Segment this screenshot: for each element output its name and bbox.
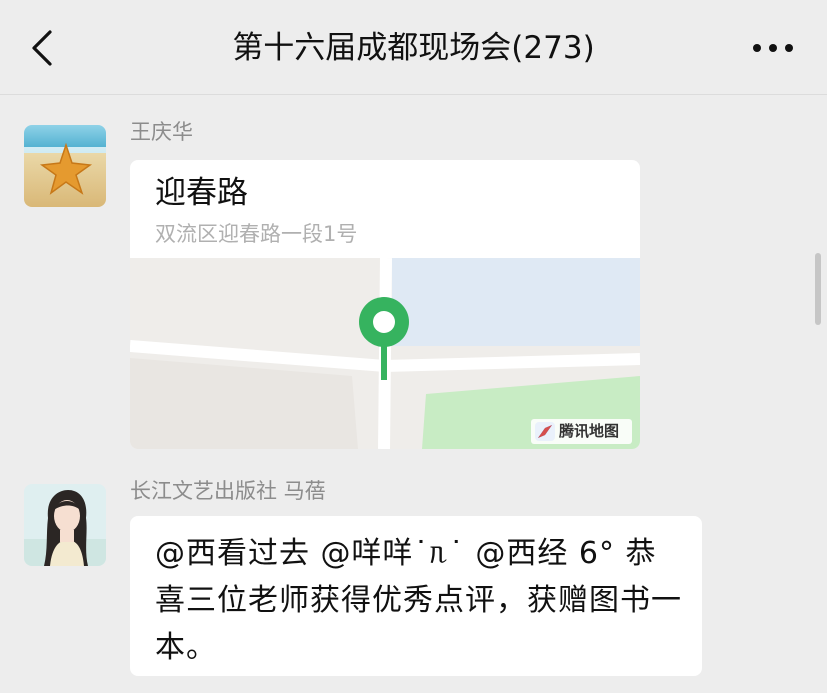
message-text: @西看过去 @咩咩˙ᥰ˙ @西经 6° 恭喜三位老师获得优秀点评，获赠图书一本。 xyxy=(155,536,682,665)
back-button[interactable] xyxy=(22,24,66,72)
text-message-bubble[interactable]: @西看过去 @咩咩˙ᥰ˙ @西经 6° 恭喜三位老师获得优秀点评，获赠图书一本。 xyxy=(130,516,702,676)
location-address: 双流区迎春路一段1号 xyxy=(155,222,358,246)
avatar[interactable] xyxy=(24,484,106,566)
illustrated-girl-avatar xyxy=(24,484,106,566)
starfish-beach-avatar xyxy=(24,125,106,207)
more-button[interactable] xyxy=(748,30,798,66)
avatar[interactable] xyxy=(24,125,106,207)
top-bar: 第十六届成都现场会(273) xyxy=(0,0,827,95)
location-name: 迎春路 xyxy=(155,175,248,211)
chevron-left-icon xyxy=(32,30,52,66)
sender-name: 王庆华 xyxy=(130,120,193,144)
sender-name: 长江文艺出版社 马蓓 xyxy=(130,479,326,503)
map-provider-label: 腾讯地图 xyxy=(559,422,620,440)
tencent-map-logo-icon xyxy=(535,422,555,441)
scrollbar[interactable] xyxy=(815,253,821,325)
map-preview: 腾讯地图 xyxy=(130,257,640,449)
map-provider-badge: 腾讯地图 xyxy=(531,419,632,444)
location-message-card[interactable]: 迎春路 双流区迎春路一段1号 腾讯地图 xyxy=(130,160,640,449)
more-dots-icon xyxy=(753,44,793,52)
chat-title: 第十六届成都现场会(273) xyxy=(232,30,595,66)
